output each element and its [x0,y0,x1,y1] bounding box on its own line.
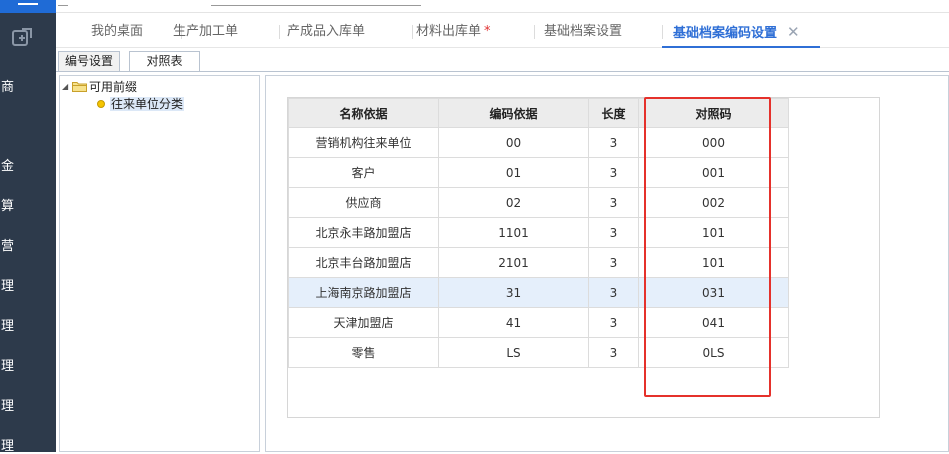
cell-length[interactable]: 3 [588,277,639,308]
column-header-length[interactable]: 长度 [588,98,639,128]
tab-bar: 我的桌面 生产加工单 产成品入库单 材料出库单 * 基础档案设置 基础档案编码设置… [56,14,949,48]
tab-material-outbound[interactable]: 材料出库单 * [416,14,535,48]
mapping-grid: 名称依据 编码依据 长度 对照码 营销机构往来单位 00 3 000 客户 01 3 001 供… [287,97,880,418]
column-header-code-basis[interactable]: 编码依据 [438,98,589,128]
cell-length[interactable]: 3 [588,157,639,188]
cell-name-basis[interactable]: 供应商 [288,187,439,218]
tab-archive-code-settings[interactable]: 基础档案编码设置 ✕ [662,14,820,48]
collapse-toggle-icon[interactable]: ◢ [62,79,72,95]
close-icon[interactable]: ✕ [787,14,800,50]
tab-label: 我的桌面 [91,24,144,39]
column-header-name-basis[interactable]: 名称依据 [288,98,439,128]
cell-name-basis[interactable]: 天津加盟店 [288,307,439,338]
cell-length[interactable]: 3 [588,217,639,248]
tree-node-label: 往来单位分类 [110,97,185,111]
tab-my-desktop[interactable]: 我的桌面 [91,14,182,48]
cell-length[interactable]: 3 [588,307,639,338]
sidebar-item-3[interactable]: 算 [0,195,14,214]
tab-label: 生产加工单 [173,24,239,39]
cell-length[interactable]: 3 [588,187,639,218]
sidebar-item-4[interactable]: 营 [0,235,14,254]
cell-code-basis[interactable]: 41 [438,307,589,338]
annotation-highlight-box [644,97,771,397]
content-area: 编号设置 对照表 ◢ 可用前缀 往来单位分类 名称依据 编码依据 长度 对照码 … [56,48,949,452]
cell-name-basis[interactable]: 北京永丰路加盟店 [288,217,439,248]
subtab-mapping-table[interactable]: 对照表 [129,51,200,72]
folder-icon [72,82,87,92]
cell-code-basis[interactable]: 1101 [438,217,589,248]
cell-code-basis[interactable]: 00 [438,127,589,158]
tab-label: 基础档案设置 [544,24,623,39]
app-switch-icon[interactable] [11,27,33,49]
cell-length[interactable]: 3 [588,247,639,278]
header-fragment [211,0,421,6]
tree-node-root[interactable]: ◢ 可用前缀 [62,79,137,95]
tree-node-label: 可用前缀 [89,80,138,94]
category-tree: ◢ 可用前缀 往来单位分类 [59,75,260,452]
cell-name-basis[interactable]: 客户 [288,157,439,188]
cell-name-basis[interactable]: 上海南京路加盟店 [288,277,439,308]
cell-name-basis[interactable]: 北京丰台路加盟店 [288,247,439,278]
top-header [56,0,949,13]
sidebar-item-9[interactable]: 理 [0,435,14,454]
cell-code-basis[interactable]: 2101 [438,247,589,278]
leaf-node-icon [97,100,105,108]
tab-label: 材料出库单 [416,24,482,39]
sidebar: 商 金 算 营 理 理 理 理 理 [0,0,56,454]
tab-finished-goods-inbound[interactable]: 产成品入库单 [287,14,413,48]
sidebar-item-5[interactable]: 理 [0,275,14,294]
tab-label: 产成品入库单 [287,24,366,39]
cell-code-basis[interactable]: 02 [438,187,589,218]
cell-name-basis[interactable]: 营销机构往来单位 [288,127,439,158]
cell-code-basis[interactable]: 01 [438,157,589,188]
sidebar-item-2[interactable]: 金 [0,155,14,174]
tab-label: 基础档案编码设置 [673,26,778,41]
cell-length[interactable]: 3 [588,127,639,158]
cell-code-basis[interactable]: 31 [438,277,589,308]
sidebar-item-8[interactable]: 理 [0,395,14,414]
tab-basic-archive-settings[interactable]: 基础档案设置 [544,14,663,48]
cell-code-basis[interactable]: LS [438,337,589,368]
sidebar-item-7[interactable]: 理 [0,355,14,374]
tree-node-partner-category[interactable]: 往来单位分类 [97,96,185,112]
sidebar-item-1[interactable]: 商 [0,76,14,95]
header-fragment [58,0,68,6]
cell-length[interactable]: 3 [588,337,639,368]
sidebar-logo[interactable] [0,0,56,13]
sidebar-item-6[interactable]: 理 [0,315,14,334]
tab-production-order[interactable]: 生产加工单 [173,14,280,48]
subtab-numbering-settings[interactable]: 编号设置 [58,51,121,71]
unsaved-indicator: * [484,24,491,39]
cell-name-basis[interactable]: 零售 [288,337,439,368]
mapping-grid-panel: 名称依据 编码依据 长度 对照码 营销机构往来单位 00 3 000 客户 01 3 001 供… [265,75,949,452]
